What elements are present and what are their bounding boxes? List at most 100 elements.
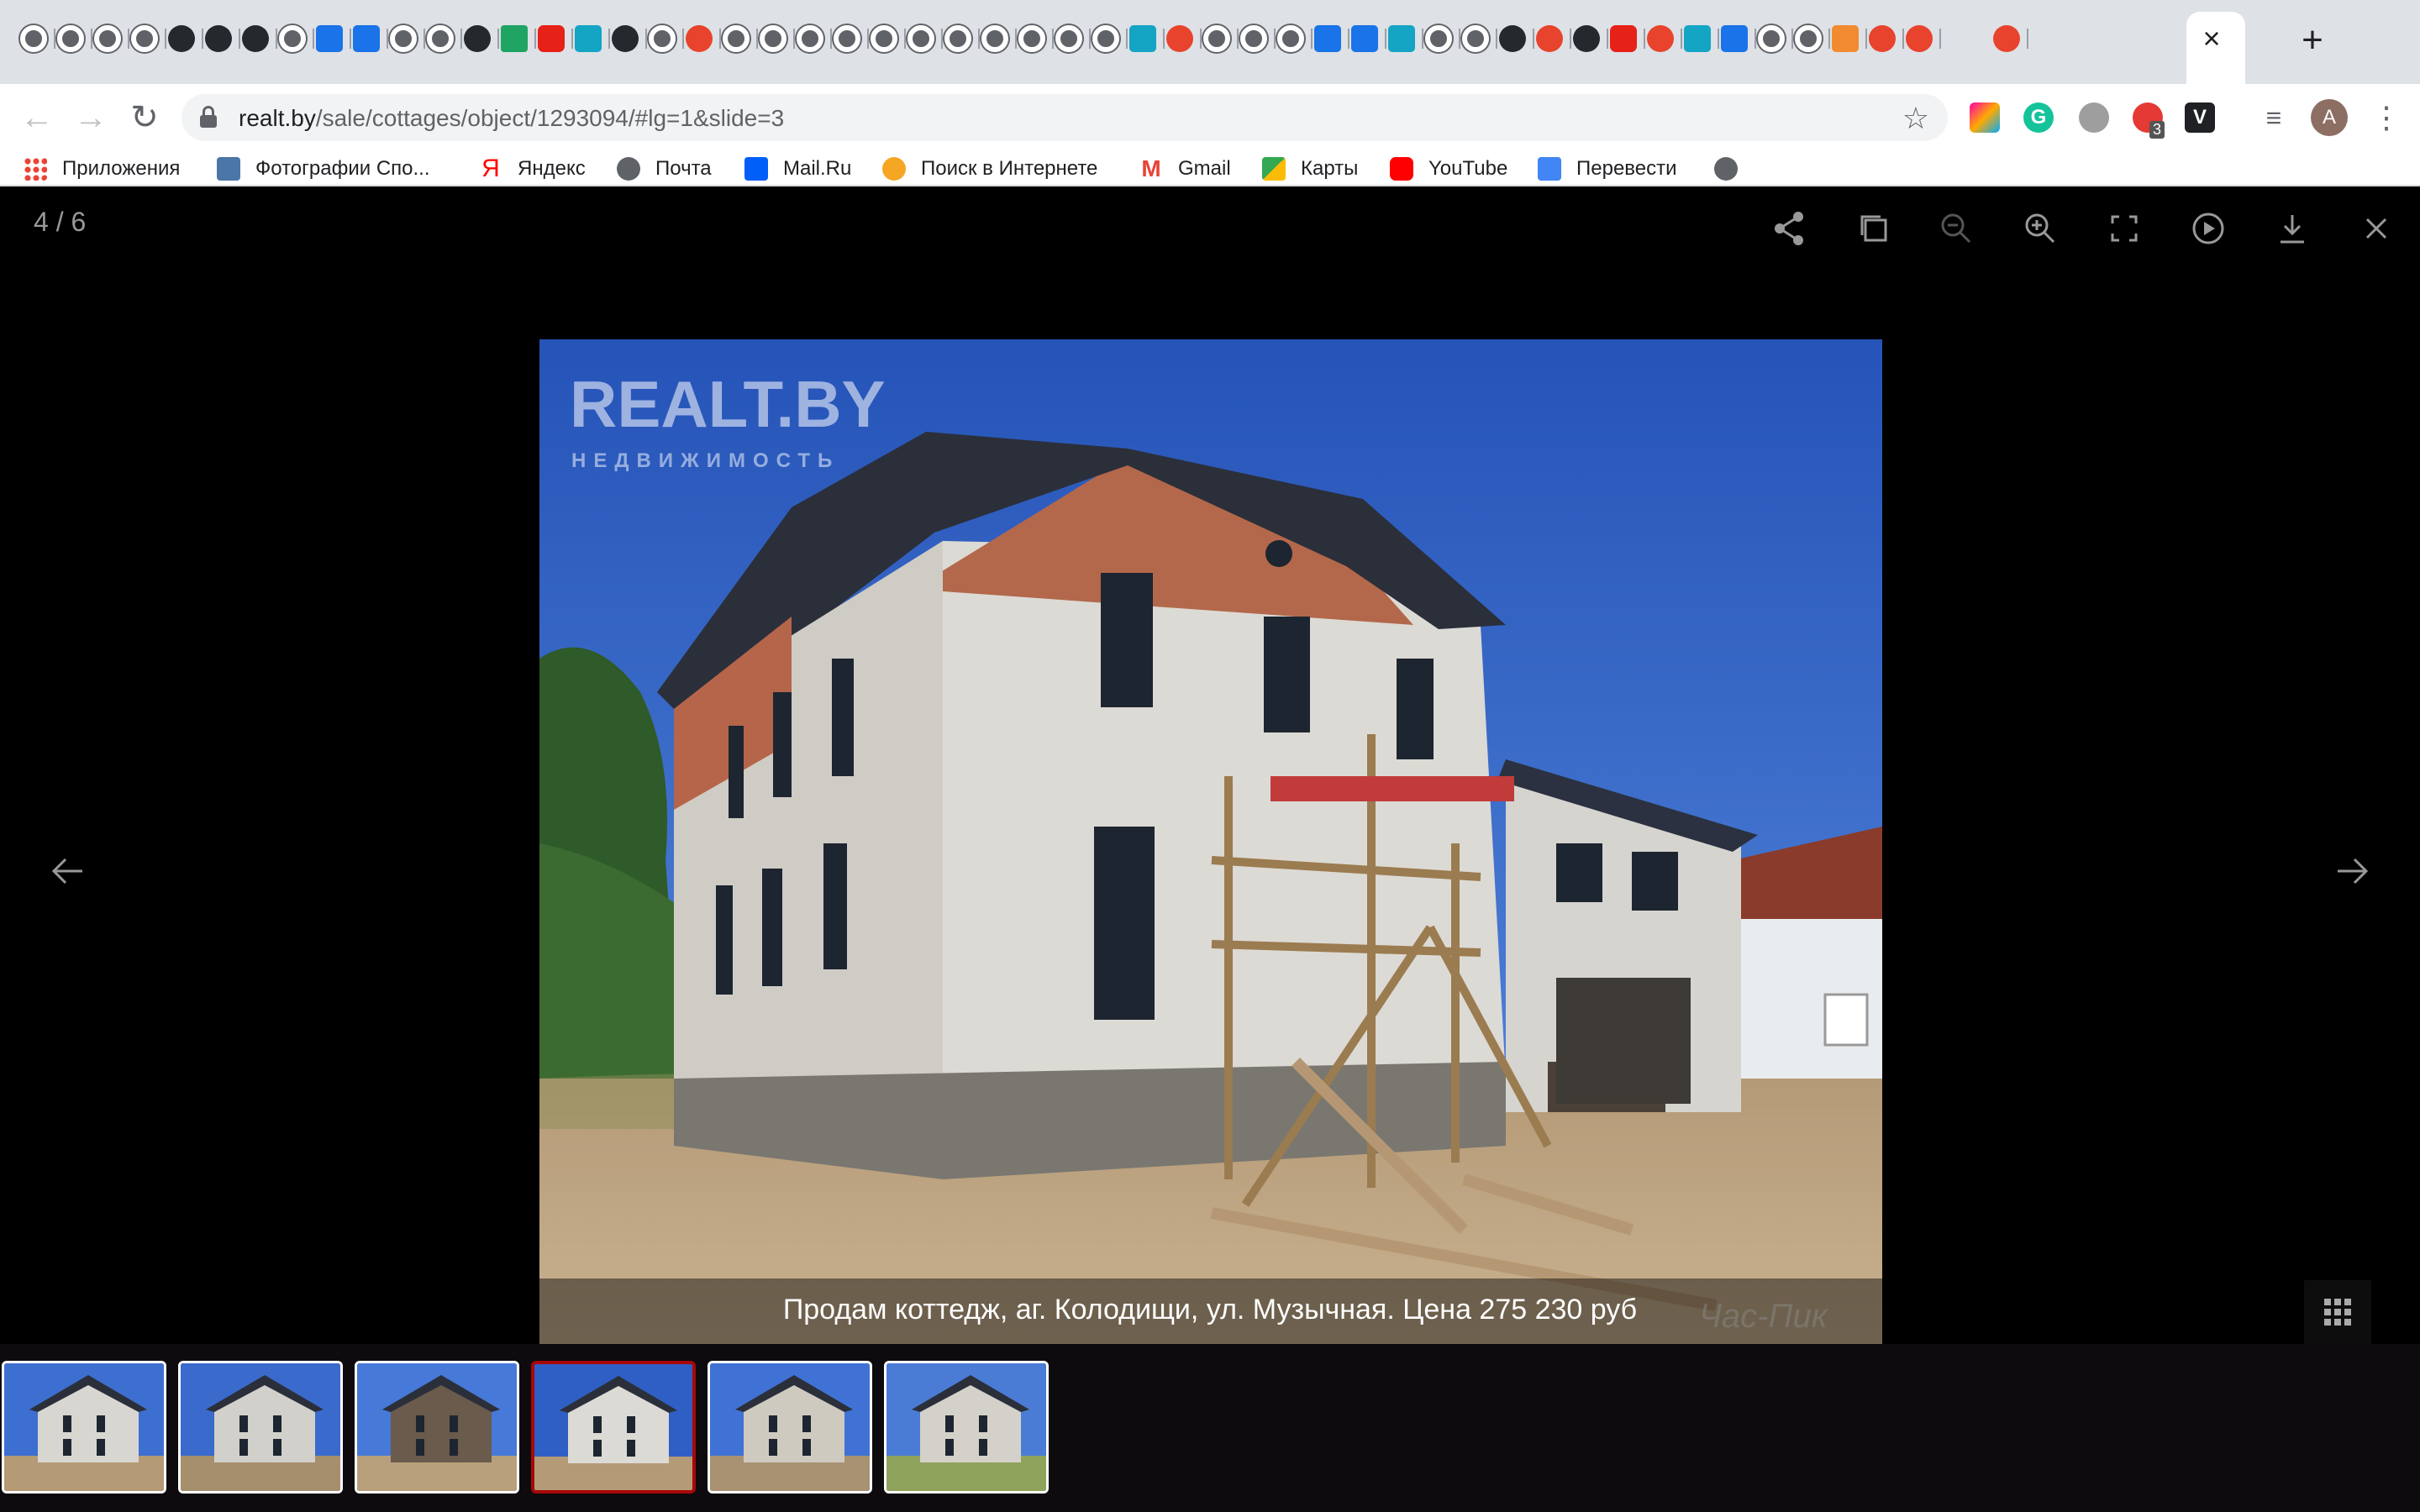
profile-avatar[interactable]: A	[2311, 99, 2348, 136]
close-icon[interactable]	[2354, 207, 2398, 250]
tab-favicon-blue-icon[interactable]	[1351, 25, 1378, 52]
bookmark-globe[interactable]	[1714, 151, 1753, 186]
tab-favicon-github-icon[interactable]	[168, 25, 195, 52]
forward-button[interactable]: →	[71, 97, 111, 138]
main-photo[interactable]: REALT.BY НЕДВИЖИМОСТЬ Час-Пик	[539, 339, 1882, 1344]
vimium-icon[interactable]: V	[2185, 102, 2215, 133]
tab-favicon-globe-icon[interactable]	[1092, 25, 1119, 52]
tab-favicon-globe-icon[interactable]	[871, 25, 897, 52]
tab-favicon-globe-icon[interactable]	[390, 25, 417, 52]
tab-favicon-globe-icon[interactable]	[981, 25, 1008, 52]
tab-favicon-green-icon[interactable]	[501, 25, 528, 52]
tab-favicon-globe-icon[interactable]	[1758, 25, 1785, 52]
tab-favicon-orange-icon[interactable]	[1832, 25, 1859, 52]
tab-favicon-globe-icon[interactable]	[57, 25, 84, 52]
tab-favicon-github-icon[interactable]	[205, 25, 232, 52]
tab-favicon-globe-icon[interactable]	[797, 25, 823, 52]
tab-favicon-red-icon[interactable]	[1869, 25, 1896, 52]
tab-favicon-teal-icon[interactable]	[1388, 25, 1415, 52]
tab-favicon-red-icon[interactable]	[1906, 25, 1933, 52]
tab-favicon-globe-icon[interactable]	[1055, 25, 1082, 52]
bookmark-yandex[interactable]: Я Яндекс	[479, 151, 586, 186]
tab-favicon-globe-icon[interactable]	[908, 25, 934, 52]
tab-favicon-globe-icon[interactable]	[944, 25, 971, 52]
grammarly-icon[interactable]: G	[2023, 102, 2054, 133]
tab-favicon-red-icon[interactable]	[1536, 25, 1563, 52]
address-bar[interactable]: realt.by/sale/cottages/object/1293094/#l…	[182, 94, 1948, 141]
tab-favicon-blue-icon[interactable]	[1314, 25, 1341, 52]
tab-favicon-globe-icon[interactable]	[1462, 25, 1489, 52]
tab-favicon-globe-icon[interactable]	[723, 25, 750, 52]
copy-icon[interactable]	[1852, 207, 1896, 250]
tab-favicon-blue-icon[interactable]	[1721, 25, 1748, 52]
back-button[interactable]: ←	[17, 97, 57, 138]
thumbnails-toggle-button[interactable]	[2304, 1280, 2371, 1344]
fullscreen-icon[interactable]	[2102, 207, 2146, 250]
thumbnail-4[interactable]	[531, 1361, 696, 1494]
tab-favicon-globe-icon[interactable]	[20, 25, 47, 52]
tab-favicon-github-icon[interactable]	[1499, 25, 1526, 52]
tab-separator	[1865, 29, 1867, 49]
bookmark-star-icon[interactable]: ☆	[1902, 101, 1929, 136]
tab-favicon-teal-icon[interactable]	[1129, 25, 1156, 52]
bookmark-maps[interactable]: Карты	[1262, 151, 1358, 186]
tab-favicon-globe-icon[interactable]	[649, 25, 676, 52]
tab-favicon-globe-icon[interactable]	[760, 25, 786, 52]
tab-favicon-globe-icon[interactable]	[427, 25, 454, 52]
tab-favicon-red-icon[interactable]	[1993, 25, 2020, 52]
tab-favicon-github-icon[interactable]	[1573, 25, 1600, 52]
tab-favicon-blue-icon[interactable]	[316, 25, 343, 52]
reading-list-icon[interactable]: ≡	[2254, 97, 2294, 138]
tab-favicon-yt-icon[interactable]	[538, 25, 565, 52]
zoom-in-icon[interactable]	[2018, 207, 2062, 250]
tab-favicon-globe-icon[interactable]	[279, 25, 306, 52]
bookmark-pochta[interactable]: Почта	[617, 151, 712, 186]
zoom-out-icon[interactable]	[1934, 207, 1978, 250]
thumbnail-5[interactable]	[708, 1361, 872, 1494]
tab-favicon-globe-icon[interactable]	[1277, 25, 1304, 52]
bookmark-translate[interactable]: Перевести	[1538, 151, 1677, 186]
thumbnail-1[interactable]	[2, 1361, 166, 1494]
tab-favicon-yt-icon[interactable]	[1610, 25, 1637, 52]
tab-favicon-globe-icon[interactable]	[94, 25, 121, 52]
bookmark-mailru[interactable]: Mail.Ru	[744, 151, 851, 186]
bookmark-vk-photos[interactable]: Фотографии Спо...	[217, 151, 430, 186]
tab-favicon-globe-icon[interactable]	[1795, 25, 1822, 52]
tab-favicon-globe-icon[interactable]	[1425, 25, 1452, 52]
thumbnail-6[interactable]	[884, 1361, 1049, 1494]
play-icon[interactable]	[2186, 207, 2230, 250]
tab-favicon-github-icon[interactable]	[464, 25, 491, 52]
reload-button[interactable]: ↻	[124, 97, 165, 138]
tab-favicon-red-icon[interactable]	[1647, 25, 1674, 52]
browser-menu-icon[interactable]: ⋮	[2371, 99, 2402, 136]
bookmark-gmail[interactable]: M Gmail	[1139, 151, 1230, 186]
thumbnail-3[interactable]	[355, 1361, 519, 1494]
bookmark-search[interactable]: Поиск в Интернете	[882, 151, 1097, 186]
tab-favicon-globe-icon[interactable]	[131, 25, 158, 52]
share-icon[interactable]	[1768, 207, 1812, 250]
download-icon[interactable]	[2270, 207, 2314, 250]
tab-favicon-red-icon[interactable]	[1166, 25, 1193, 52]
tab-favicon-github-icon[interactable]	[612, 25, 639, 52]
tab-favicon-globe-icon[interactable]	[1240, 25, 1267, 52]
bookmark-apps[interactable]: Приложения	[24, 151, 180, 186]
tab-strip: × +	[0, 0, 2420, 84]
tab-favicon-globe-icon[interactable]	[834, 25, 860, 52]
color-extension-icon[interactable]	[1970, 102, 2000, 133]
tab-favicon-github-icon[interactable]	[242, 25, 269, 52]
paw-extension-icon[interactable]	[2079, 102, 2109, 133]
bookmark-youtube[interactable]: YouTube	[1390, 151, 1507, 186]
close-tab-button[interactable]: ×	[2195, 22, 2228, 55]
new-tab-button[interactable]: +	[2294, 22, 2331, 59]
tab-favicon-red-icon[interactable]	[686, 25, 713, 52]
tab-favicon-globe-icon[interactable]	[1203, 25, 1230, 52]
prev-slide-button[interactable]	[39, 842, 97, 900]
tab-favicon-blue-icon[interactable]	[353, 25, 380, 52]
tab-favicon-teal-icon[interactable]	[575, 25, 602, 52]
next-slide-button[interactable]	[2323, 842, 2381, 900]
thumbnail-2[interactable]	[178, 1361, 343, 1494]
tab-favicon-teal-icon[interactable]	[1684, 25, 1711, 52]
url-text[interactable]: realt.by/sale/cottages/object/1293094/#l…	[239, 105, 784, 132]
tab-separator	[2027, 29, 2028, 49]
tab-favicon-globe-icon[interactable]	[1018, 25, 1045, 52]
